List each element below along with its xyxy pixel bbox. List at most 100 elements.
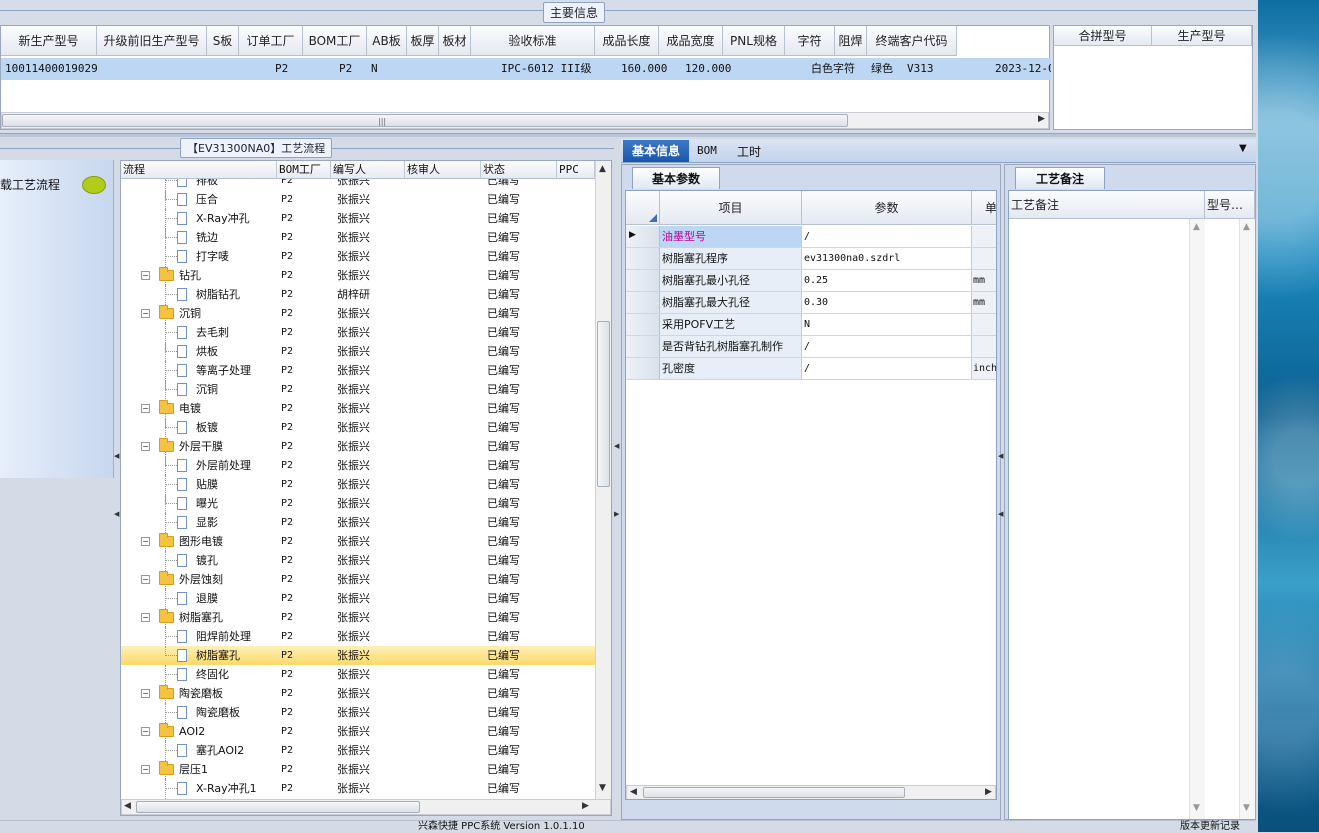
param-row[interactable]: 树脂塞孔程序 ev31300na0.szdrl <box>626 248 996 270</box>
tree-row[interactable]: 显影 P2 张振兴 已编写 <box>121 513 595 532</box>
tree-row[interactable]: 阻焊前处理 P2 张振兴 已编写 <box>121 627 595 646</box>
col-model[interactable]: 型号… <box>1205 191 1255 219</box>
param-row[interactable]: 采用POFV工艺 N <box>626 314 996 336</box>
col-process-notes[interactable]: 工艺备注 <box>1009 191 1205 219</box>
tree-row[interactable]: 树脂塞孔 P2 张振兴 已编写 <box>121 646 595 665</box>
main-info-hscroll-thumb[interactable]: ||| <box>2 114 848 127</box>
param-value[interactable]: N <box>802 314 972 335</box>
tree-col-5[interactable]: PPC <box>557 161 595 179</box>
param-value[interactable]: 0.30 <box>802 292 972 313</box>
param-value[interactable]: / <box>802 358 972 379</box>
main-info-cell[interactable]: N <box>367 58 407 80</box>
param-value[interactable]: 0.25 <box>802 270 972 291</box>
horizontal-splitter[interactable] <box>0 133 1256 137</box>
col-12[interactable]: 字符 <box>785 26 835 56</box>
right-splitter[interactable]: ◀ ◀ <box>998 450 1004 530</box>
main-info-cell[interactable]: 10011400019029 <box>1 58 97 80</box>
scroll-right-icon[interactable]: ▶ <box>1038 114 1045 124</box>
col-3[interactable]: 订单工厂 <box>239 26 303 56</box>
col-production-model[interactable]: 生产型号 <box>1152 26 1252 46</box>
param-value[interactable]: / <box>802 336 972 357</box>
process-tree-vscrollbar[interactable]: ▲ ▼ <box>595 161 611 799</box>
col-8[interactable]: 验收标准 <box>471 26 595 56</box>
col-merge-model[interactable]: 合拼型号 <box>1054 26 1152 46</box>
col-5[interactable]: AB板 <box>367 26 407 56</box>
tab-work-hours[interactable]: 工时 <box>737 143 761 160</box>
tree-row[interactable]: 外层前处理 P2 张振兴 已编写 <box>121 456 595 475</box>
col-9[interactable]: 成品长度 <box>595 26 659 56</box>
param-row[interactable]: 孔密度 / inch <box>626 358 996 380</box>
col-10[interactable]: 成品宽度 <box>659 26 723 56</box>
tree-row[interactable]: − 树脂塞孔 P2 张振兴 已编写 <box>121 608 595 627</box>
param-row[interactable]: 是否背钻孔树脂塞孔制作 / <box>626 336 996 358</box>
subtab-process-notes[interactable]: 工艺备注 <box>1015 167 1105 189</box>
tree-col-0[interactable]: 流程 <box>121 161 277 179</box>
row-header[interactable] <box>626 292 660 313</box>
status-update-log-link[interactable]: 版本更新记录 <box>1180 821 1240 833</box>
main-info-cell[interactable]: V313 <box>903 58 991 80</box>
tab-basic-info[interactable]: 基本信息 <box>623 140 689 162</box>
row-header[interactable] <box>626 314 660 335</box>
col-1[interactable]: 升级前旧生产型号 <box>97 26 207 56</box>
tree-row[interactable]: 曝光 P2 张振兴 已编写 <box>121 494 595 513</box>
row-header[interactable] <box>626 270 660 291</box>
scroll-right-icon[interactable]: ▶ <box>985 787 992 797</box>
tree-col-1[interactable]: BOM工厂 <box>277 161 331 179</box>
notes-vscrollbar[interactable]: ▲ ▼ <box>1189 219 1205 819</box>
scroll-down-icon[interactable]: ▼ <box>599 783 606 793</box>
col-item[interactable]: 项目 <box>660 191 802 225</box>
tree-row[interactable]: − 外层蚀刻 P2 张振兴 已编写 <box>121 570 595 589</box>
tree-row[interactable]: − 图形电镀 P2 张振兴 已编写 <box>121 532 595 551</box>
tree-row[interactable]: 贴膜 P2 张振兴 已编写 <box>121 475 595 494</box>
tree-row[interactable]: 退膜 P2 张振兴 已编写 <box>121 589 595 608</box>
load-process-label[interactable]: 载工艺流程 <box>0 176 60 193</box>
main-info-hscrollbar[interactable]: ||| ▶ <box>1 112 1049 129</box>
col-2[interactable]: S板 <box>207 26 239 56</box>
process-tree-hscroll-thumb[interactable] <box>136 801 420 813</box>
tree-row[interactable]: 镀孔 P2 张振兴 已编写 <box>121 551 595 570</box>
tree-row[interactable]: X-Ray冲孔 P2 张振兴 已编写 <box>121 209 595 228</box>
col-0[interactable]: 新生产型号 <box>1 26 97 56</box>
tree-col-2[interactable]: 编写人 <box>331 161 405 179</box>
tree-row[interactable]: − 陶瓷磨板 P2 张振兴 已编写 <box>121 684 595 703</box>
chat-bubble-icon[interactable] <box>82 176 106 194</box>
tab-bom[interactable]: BOM <box>697 144 717 157</box>
main-info-cell[interactable] <box>439 58 471 80</box>
tree-row[interactable]: − 外层干膜 P2 张振兴 已编写 <box>121 437 595 456</box>
tree-row[interactable]: − 层压1 P2 张振兴 已编写 <box>121 760 595 779</box>
tree-row[interactable]: 终固化 P2 张振兴 已编写 <box>121 665 595 684</box>
basic-params-hscroll-thumb[interactable] <box>643 787 905 798</box>
tree-row[interactable]: − AOI2 P2 张振兴 已编写 <box>121 722 595 741</box>
main-info-cell[interactable]: 120.000 <box>681 58 745 80</box>
row-header[interactable]: ▶ <box>626 226 660 247</box>
tree-row[interactable]: 打字唛 P2 张振兴 已编写 <box>121 247 595 266</box>
tree-row[interactable]: − 钻孔 P2 张振兴 已编写 <box>121 266 595 285</box>
main-info-cell[interactable]: P2 <box>271 58 335 80</box>
scroll-left-icon[interactable]: ◀ <box>124 801 131 811</box>
scroll-right-icon[interactable]: ▶ <box>582 801 589 811</box>
param-row[interactable]: 树脂塞孔最大孔径 0.30 mm <box>626 292 996 314</box>
col-4[interactable]: BOM工厂 <box>303 26 367 56</box>
main-info-cell[interactable]: 绿色 <box>867 58 903 80</box>
param-value[interactable]: ev31300na0.szdrl <box>802 248 972 269</box>
tree-row[interactable]: 铣边 P2 张振兴 已编写 <box>121 228 595 247</box>
middle-splitter[interactable]: ◀ ▶ <box>614 440 620 530</box>
tree-row[interactable]: 陶瓷磨板 P2 张振兴 已编写 <box>121 703 595 722</box>
col-13[interactable]: 阻焊 <box>835 26 867 56</box>
main-info-cell[interactable]: 160.000 <box>617 58 681 80</box>
tree-row[interactable]: 板镀 P2 张振兴 已编写 <box>121 418 595 437</box>
col-param[interactable]: 参数 <box>802 191 972 225</box>
tree-row[interactable]: 等离子处理 P2 张振兴 已编写 <box>121 361 595 380</box>
scroll-left-icon[interactable]: ◀ <box>630 787 637 797</box>
main-info-cell[interactable] <box>745 58 807 80</box>
col-14[interactable]: 终端客户代码 <box>867 26 957 56</box>
param-value[interactable]: / <box>802 226 972 247</box>
col-11[interactable]: PNL规格 <box>723 26 785 56</box>
model-vscrollbar[interactable]: ▲ ▼ <box>1239 219 1255 819</box>
tree-row[interactable]: 塞孔AOI2 P2 张振兴 已编写 <box>121 741 595 760</box>
basic-params-hscrollbar[interactable]: ◀ ▶ <box>626 785 996 799</box>
param-row[interactable]: ▶ 油墨型号 / <box>626 226 996 248</box>
tree-row[interactable]: − 沉铜 P2 张振兴 已编写 <box>121 304 595 323</box>
tree-col-4[interactable]: 状态 <box>481 161 557 179</box>
tree-row[interactable]: 压合 P2 张振兴 已编写 <box>121 190 595 209</box>
